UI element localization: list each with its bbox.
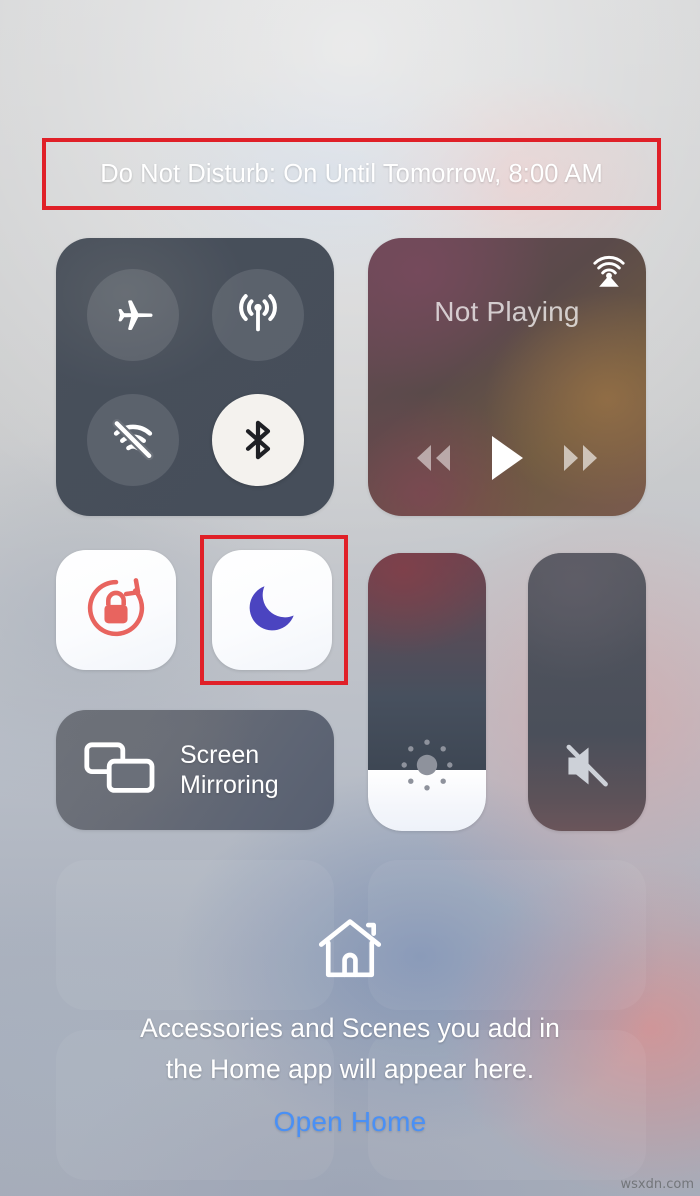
- airplay-icon[interactable]: [589, 252, 629, 297]
- cellular-icon: [233, 290, 283, 340]
- brightness-slider-fill: [368, 769, 486, 831]
- fast-forward-button[interactable]: [556, 441, 606, 475]
- rewind-button[interactable]: [408, 441, 458, 475]
- home-icon: [0, 915, 700, 986]
- screen-mirroring-tile[interactable]: Screen Mirroring: [56, 710, 334, 830]
- home-description: Accessories and Scenes you add in the Ho…: [0, 1008, 700, 1090]
- home-section: Accessories and Scenes you add in the Ho…: [0, 915, 700, 1138]
- screen-mirroring-label: Screen Mirroring: [180, 740, 279, 801]
- rotation-lock-icon: [81, 573, 151, 648]
- bluetooth-toggle[interactable]: [211, 393, 304, 486]
- play-button[interactable]: [487, 434, 527, 482]
- brightness-slider[interactable]: [368, 553, 486, 831]
- connectivity-module: [56, 238, 334, 516]
- now-playing-label: Not Playing: [434, 296, 580, 327]
- wifi-off-icon: [108, 415, 158, 465]
- volume-slider[interactable]: [528, 553, 646, 831]
- transport-controls: [368, 434, 646, 482]
- control-center: Do Not Disturb: On Until Tomorrow, 8:00 …: [0, 0, 700, 1196]
- screen-mirroring-icon: [82, 738, 158, 803]
- watermark: wsxdn.com: [620, 1177, 695, 1192]
- screen-mirroring-line2: Mirroring: [180, 771, 279, 799]
- do-not-disturb-status-text: Do Not Disturb: On Until Tomorrow, 8:00 …: [100, 159, 603, 188]
- airplane-icon: [110, 292, 156, 338]
- home-description-line2: the Home app will appear here.: [165, 1054, 535, 1085]
- screen-mirroring-line1: Screen: [180, 740, 260, 769]
- cellular-data-toggle[interactable]: [211, 268, 304, 361]
- airplane-mode-toggle[interactable]: [86, 268, 179, 361]
- wifi-toggle[interactable]: [86, 393, 179, 486]
- home-description-line1: Accessories and Scenes you add in: [140, 1013, 560, 1043]
- volume-slider-track: [528, 553, 646, 831]
- now-playing-module: Not Playing: [368, 238, 646, 516]
- moon-icon: [241, 577, 303, 644]
- open-home-link[interactable]: Open Home: [274, 1106, 427, 1138]
- bluetooth-icon: [234, 416, 282, 464]
- do-not-disturb-status-banner: Do Not Disturb: On Until Tomorrow, 8:00 …: [42, 138, 661, 210]
- rotation-lock-tile[interactable]: [56, 550, 176, 670]
- do-not-disturb-tile[interactable]: [212, 550, 332, 670]
